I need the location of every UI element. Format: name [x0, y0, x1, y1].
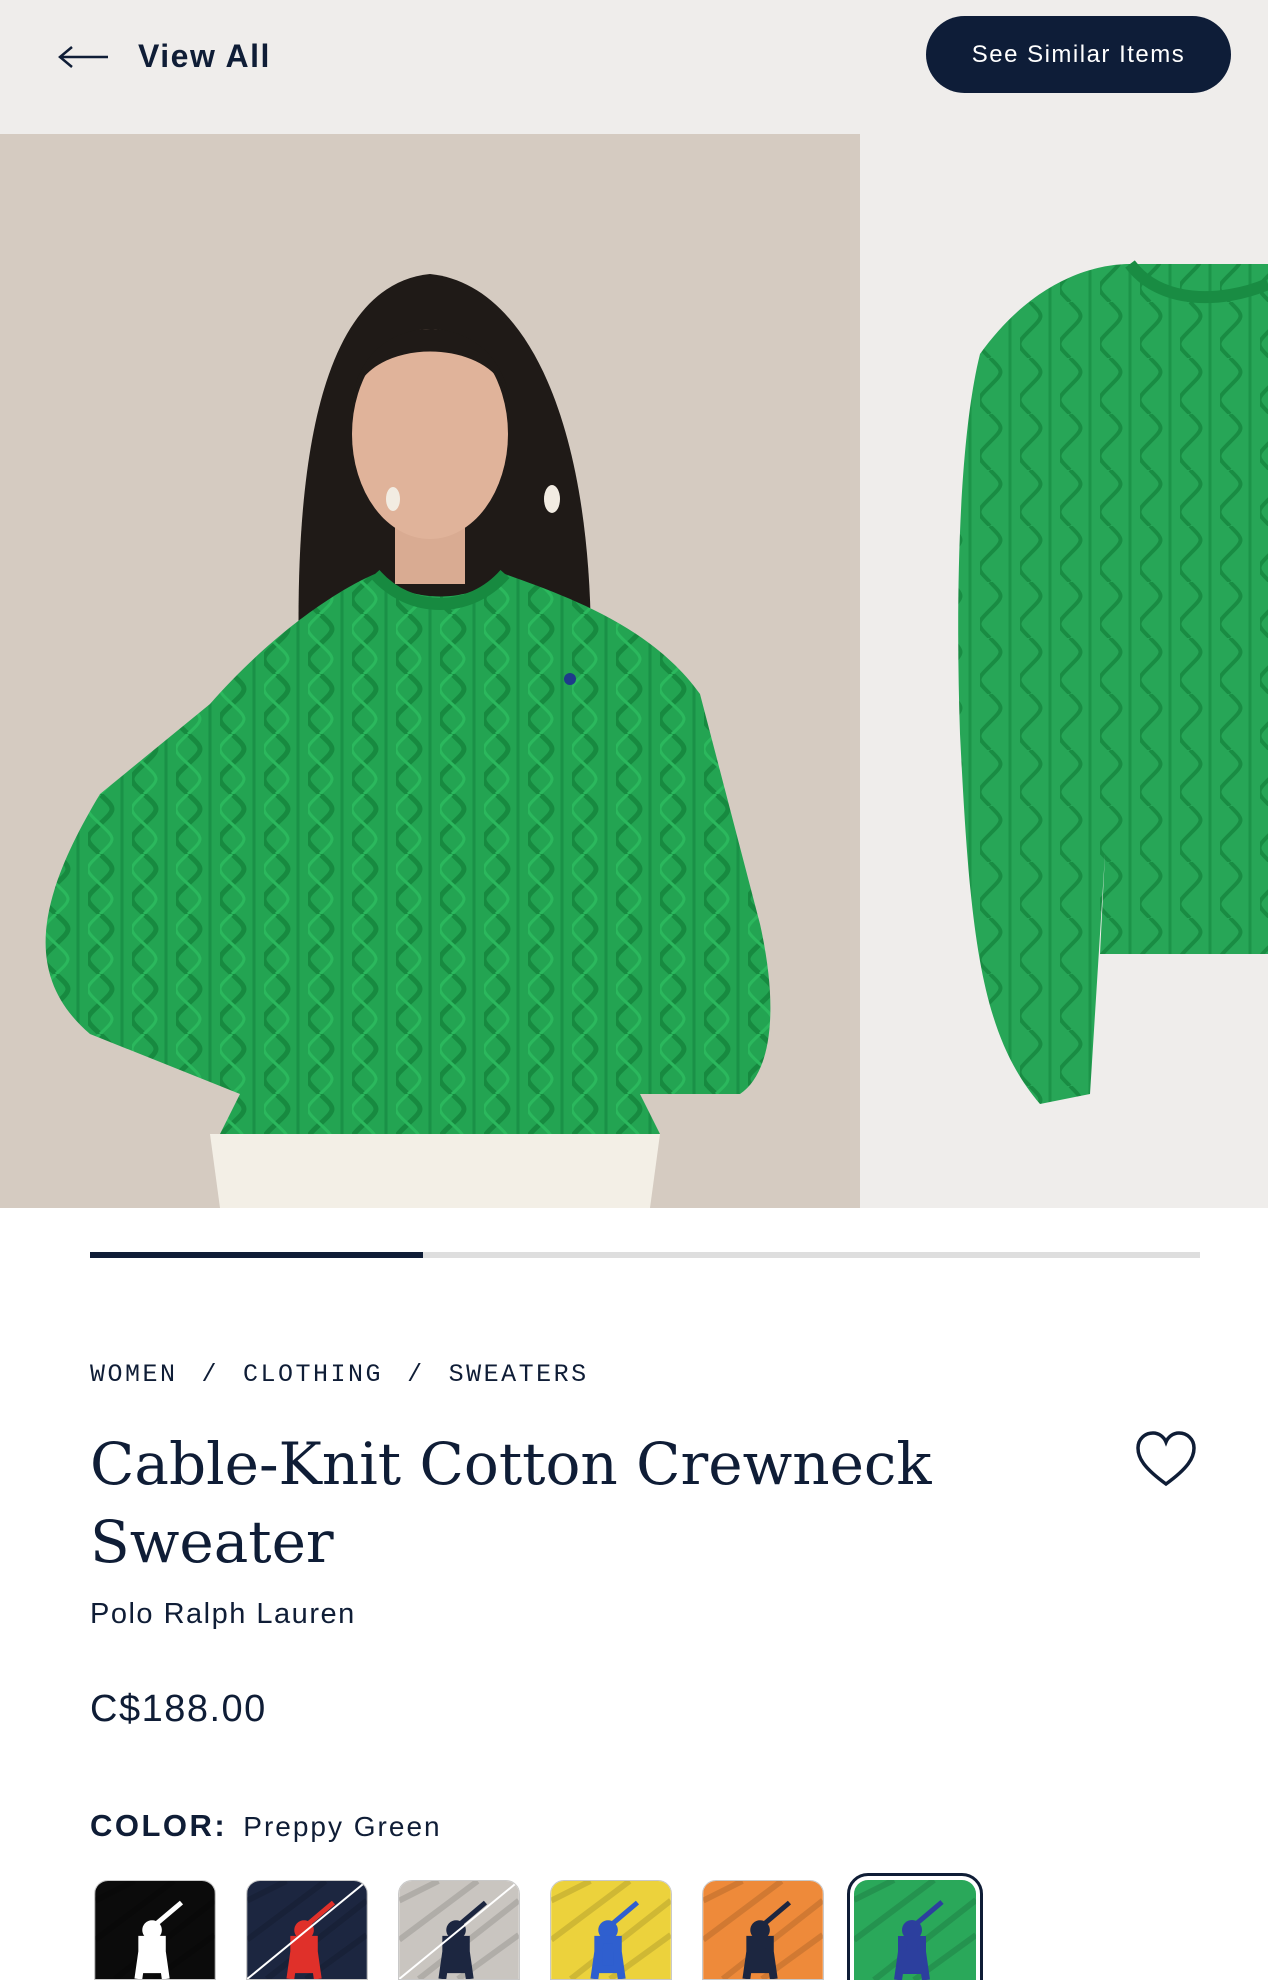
product-price: C$188.00 [90, 1688, 267, 1730]
gallery-progress-track [90, 1252, 1200, 1258]
see-similar-items-button[interactable]: See Similar Items [926, 16, 1231, 93]
color-swatch[interactable] [550, 1880, 672, 1980]
product-image-gallery[interactable] [0, 134, 1268, 1208]
color-swatch[interactable] [847, 1873, 983, 1980]
color-swatch[interactable] [702, 1880, 824, 1980]
color-swatch[interactable] [94, 1880, 216, 1980]
color-label: COLOR: [90, 1808, 228, 1843]
arrow-left-icon [58, 45, 108, 68]
color-swatch-image [854, 1880, 976, 1980]
product-image-model[interactable] [0, 134, 860, 1208]
color-swatch[interactable] [398, 1880, 520, 1980]
breadcrumb-separator: / [201, 1360, 220, 1389]
color-selector-header: COLOR: Preppy Green [90, 1808, 442, 1844]
breadcrumb-sweaters[interactable]: SWEATERS [449, 1360, 589, 1389]
breadcrumb-separator: / [407, 1360, 425, 1389]
product-image-flat[interactable] [860, 134, 1268, 1208]
color-swatches [94, 1873, 983, 1980]
color-swatch-image [95, 1881, 215, 1979]
view-all-link[interactable]: View All [58, 38, 271, 75]
gallery-progress-fill [90, 1252, 423, 1258]
unavailable-strike-icon [247, 1881, 367, 1979]
breadcrumb-women[interactable]: WOMEN [90, 1360, 178, 1389]
brand-link[interactable]: Polo Ralph Lauren [90, 1598, 356, 1631]
product-title: Cable-Knit Cotton Crewneck Sweater [90, 1430, 932, 1576]
breadcrumb: WOMEN / CLOTHING / SWEATERS [90, 1360, 589, 1389]
wishlist-heart-icon[interactable] [1134, 1430, 1198, 1490]
unavailable-strike-icon [399, 1881, 519, 1979]
color-swatch-image [551, 1881, 671, 1979]
breadcrumb-clothing[interactable]: CLOTHING [243, 1360, 383, 1389]
top-bar: View All See Similar Items [0, 0, 1268, 134]
view-all-label: View All [138, 38, 271, 74]
color-swatch-image [703, 1881, 823, 1979]
color-swatch[interactable] [246, 1880, 368, 1980]
selected-color-name: Preppy Green [243, 1811, 442, 1842]
